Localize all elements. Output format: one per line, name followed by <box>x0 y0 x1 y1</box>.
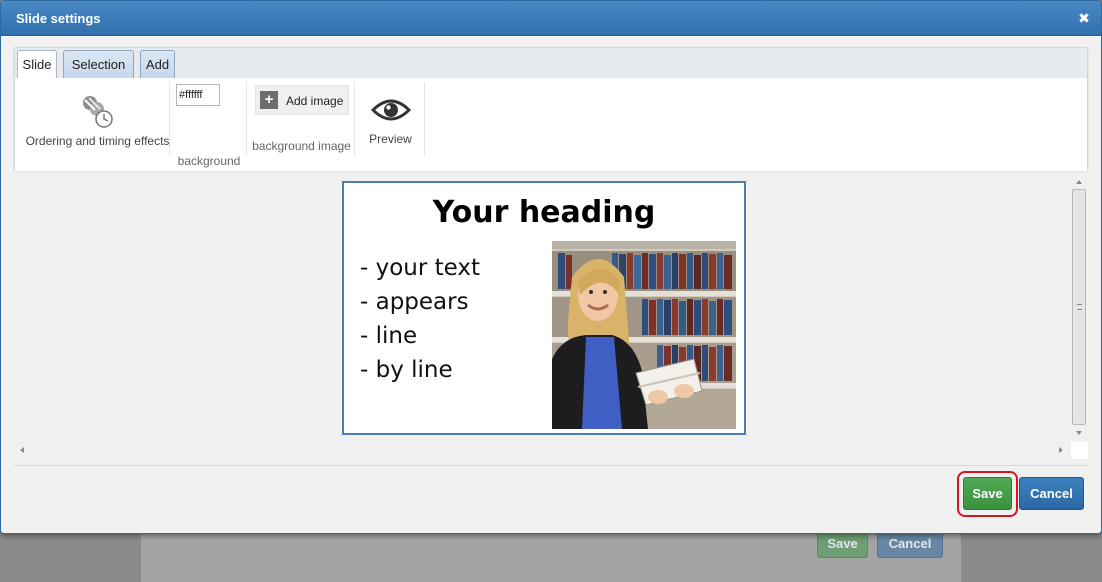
vertical-scroll-thumb[interactable] <box>1072 189 1086 425</box>
eye-icon <box>371 99 411 121</box>
ribbon-content: Ordering and timing effects background +… <box>15 78 1087 171</box>
scroll-left-icon[interactable] <box>20 447 24 453</box>
woman-with-book-photo[interactable] <box>552 241 736 429</box>
ordering-timing-button[interactable]: Ordering and timing effects <box>25 82 170 156</box>
dialog-body: Slide Selection Add Ordering and timing … <box>1 37 1101 533</box>
background-group: background <box>172 82 247 168</box>
grip-icon <box>1077 304 1082 310</box>
slide-text-block[interactable]: - your text - appears - line - by line <box>360 251 550 387</box>
save-button[interactable]: Save <box>963 477 1012 510</box>
cancel-button[interactable]: Cancel <box>1019 477 1084 510</box>
background-image-group: + Add image background image <box>249 82 355 156</box>
dialog-title: Slide settings <box>16 11 101 26</box>
tab-selection[interactable]: Selection <box>63 50 134 78</box>
add-image-button[interactable]: + Add image <box>255 85 349 115</box>
dialog-titlebar: Slide settings ✖ <box>1 1 1101 36</box>
scroll-right-icon[interactable] <box>1059 447 1063 453</box>
add-image-label: Add image <box>286 94 344 108</box>
scrollbar-corner <box>1071 442 1088 459</box>
close-icon[interactable]: ✖ <box>1077 10 1091 26</box>
scroll-down-icon[interactable] <box>1076 431 1082 435</box>
tab-add[interactable]: Add <box>140 50 175 78</box>
slide-text-line: - appears <box>360 289 469 315</box>
slide-text-line: - your text <box>360 255 481 281</box>
background-color-input[interactable] <box>176 84 220 106</box>
slide-settings-dialog: Slide settings ✖ Slide Selection Add Ord… <box>0 0 1102 534</box>
slide-text-line: - by line <box>360 357 453 383</box>
ribbon-tabs: Slide Selection Add <box>15 48 1087 78</box>
plus-icon: + <box>260 91 278 109</box>
footer-divider <box>14 465 1088 466</box>
preview-button[interactable]: Preview <box>357 82 425 156</box>
slide-preview[interactable]: Your heading - your text - appears - lin… <box>342 181 746 435</box>
ordering-timing-icon <box>83 96 113 128</box>
horizontal-scrollbar[interactable] <box>14 442 1071 459</box>
slide-text-line: - line <box>360 323 418 349</box>
slide-canvas-area: Your heading - your text - appears - lin… <box>14 177 1088 463</box>
ribbon-toolbar: Slide Selection Add Ordering and timing … <box>14 47 1088 171</box>
tab-slide[interactable]: Slide <box>17 50 57 78</box>
background-image-label: background image <box>252 139 351 153</box>
slide-heading[interactable]: Your heading <box>344 195 744 230</box>
background-label: background <box>177 154 241 168</box>
ordering-timing-label: Ordering and timing effects <box>25 134 170 148</box>
preview-label: Preview <box>369 132 412 146</box>
vertical-scrollbar[interactable] <box>1071 177 1088 441</box>
scroll-up-icon[interactable] <box>1076 180 1082 184</box>
